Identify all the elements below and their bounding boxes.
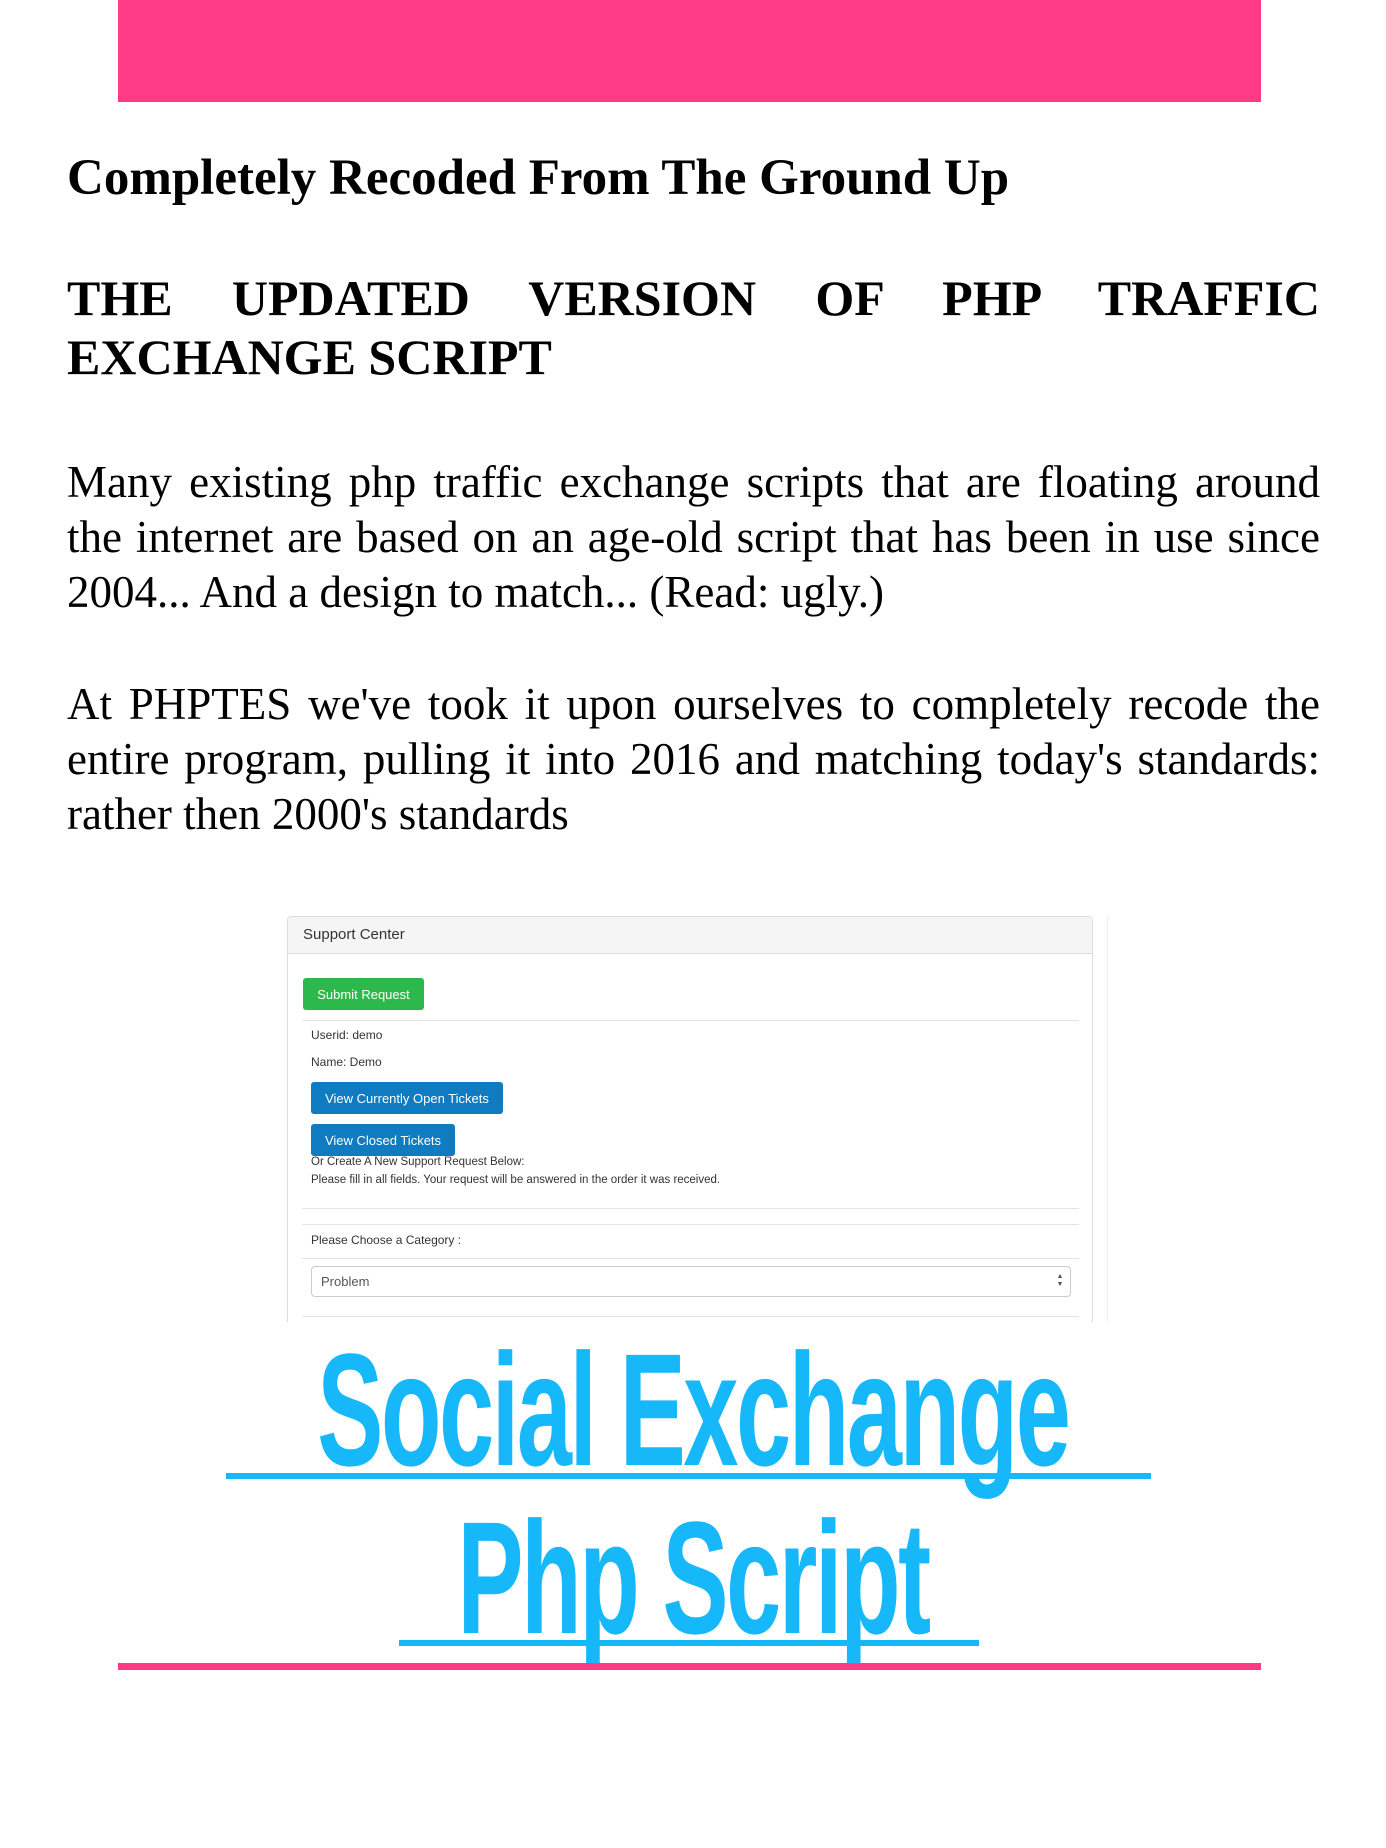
divider <box>302 1020 1079 1021</box>
category-label: Please Choose a Category : <box>311 1233 462 1247</box>
view-closed-tickets-button[interactable]: View Closed Tickets <box>311 1124 455 1156</box>
paragraph-line: rather then 2000's standards <box>67 789 569 839</box>
title-underline-1 <box>226 1473 1151 1479</box>
name-text: Name: Demo <box>311 1055 382 1069</box>
title-social-exchange: Social Exchange <box>317 1320 1071 1499</box>
submit-request-button[interactable]: Submit Request <box>303 978 424 1010</box>
title-line-2: Php Script <box>0 1498 1386 1658</box>
select-arrows-icon: ▲ ▼ <box>1056 1273 1064 1288</box>
panel-title: Support Center <box>288 917 1092 954</box>
subheading: THE UPDATED VERSION OF PHP TRAFFIC EXCHA… <box>67 269 1320 387</box>
instructions-text: Please fill in all fields. Your request … <box>311 1174 721 1186</box>
paragraph-phptes: At PHPTES we've took it upon ourselves t… <box>67 677 1320 842</box>
paragraph-line: the internet are based on an age-old scr… <box>67 512 1320 562</box>
paragraph-intro: Many existing php traffic exchange scrip… <box>67 455 1320 620</box>
title-line-1: Social Exchange <box>0 1330 1386 1490</box>
paragraph-line: entire program, pulling it into 2016 and… <box>67 734 1320 784</box>
support-center-screenshot: Support Center Submit Request Userid: de… <box>287 916 1108 1322</box>
divider <box>302 1208 1079 1209</box>
title-underline-2 <box>399 1640 979 1646</box>
category-selected-value: Problem <box>321 1274 370 1289</box>
paragraph-line: Many existing php traffic exchange scrip… <box>67 457 1320 507</box>
create-request-prompt: Or Create A New Support Request Below: <box>311 1156 525 1168</box>
view-open-tickets-button[interactable]: View Currently Open Tickets <box>311 1082 503 1114</box>
subheading-line-2: EXCHANGE SCRIPT <box>67 329 552 385</box>
heading: Completely Recoded From The Ground Up <box>67 150 1010 206</box>
paragraph-line: 2004... And a design to match... (Read: … <box>67 567 884 617</box>
bottom-accent-rule <box>118 1663 1261 1670</box>
divider <box>302 1224 1079 1225</box>
category-select[interactable]: Problem ▲ ▼ <box>311 1266 1071 1297</box>
divider <box>302 1258 1079 1259</box>
userid-text: Userid: demo <box>311 1028 383 1042</box>
title-php-script: Php Script <box>457 1488 931 1667</box>
subheading-line-1: THE UPDATED VERSION OF PHP TRAFFIC <box>67 270 1320 326</box>
divider <box>302 1316 1079 1317</box>
screenshot-edge <box>1107 916 1108 1322</box>
top-accent-bar <box>118 0 1261 102</box>
paragraph-line: At PHPTES we've took it upon ourselves t… <box>67 679 1320 729</box>
support-center-panel: Support Center <box>287 916 1093 1322</box>
